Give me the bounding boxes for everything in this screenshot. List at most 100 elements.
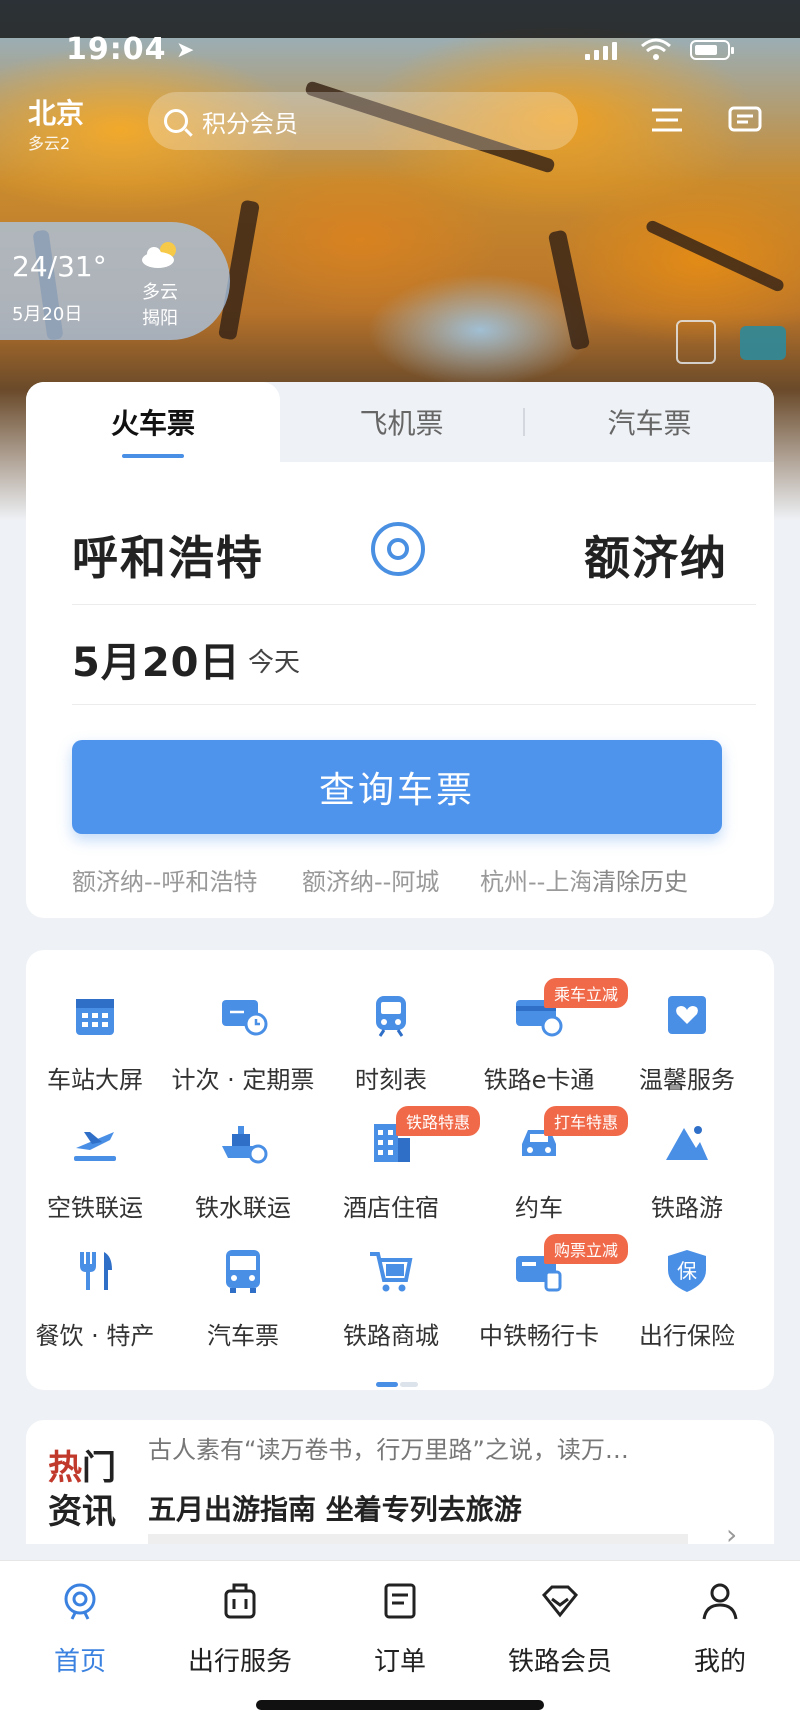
weather-card[interactable]: 24/31° 5月20日 多云 揭阳 bbox=[0, 222, 230, 340]
nav-profile[interactable]: 我的 bbox=[640, 1573, 800, 1683]
search-bar[interactable]: 积分会员 bbox=[148, 92, 578, 150]
clear-history-button[interactable]: 清除历史 bbox=[592, 862, 688, 897]
nav-label: 订单 bbox=[373, 1647, 426, 1677]
plane-icon bbox=[74, 1132, 116, 1161]
location-arrow-icon: ➤ bbox=[176, 38, 195, 63]
news-tag-hot: 热 bbox=[48, 1448, 82, 1488]
bus-icon bbox=[226, 1250, 260, 1293]
service-label: 时刻表 bbox=[355, 1066, 427, 1094]
service-label: 约车 bbox=[515, 1194, 563, 1222]
news-next-line bbox=[148, 1534, 688, 1544]
signal-icon bbox=[585, 42, 617, 60]
from-station[interactable]: 呼和浩特 bbox=[72, 522, 264, 588]
home-train-icon bbox=[64, 1583, 96, 1620]
nav-label: 出行服务 bbox=[187, 1647, 292, 1677]
service-label: 铁水联运 bbox=[195, 1194, 291, 1222]
news-card[interactable]: 热门 资讯 古人素有“读万卷书，行万里路”之说，读万… 五月出游指南 坐着专列去… bbox=[26, 1420, 774, 1544]
travel-date-relative: 今天 bbox=[248, 648, 301, 678]
service-item[interactable]: 保 出行保险 bbox=[612, 1246, 762, 1366]
news-tag: 热门 资讯 bbox=[48, 1446, 122, 1534]
service-item[interactable]: 汽车票 bbox=[168, 1246, 318, 1366]
nav-home[interactable]: 首页 bbox=[0, 1573, 160, 1683]
weather-place: 揭阳 bbox=[142, 308, 178, 329]
service-label: 铁路商城 bbox=[343, 1322, 439, 1350]
news-tag-door: 门 bbox=[82, 1448, 116, 1488]
service-label: 餐饮 · 特产 bbox=[35, 1322, 155, 1350]
service-label: 铁路e卡通 bbox=[483, 1066, 595, 1094]
fork-knife-icon bbox=[80, 1252, 112, 1290]
service-item[interactable]: 铁水联运 bbox=[168, 1118, 318, 1238]
service-item[interactable]: 餐饮 · 特产 bbox=[20, 1246, 170, 1366]
service-item[interactable]: 中铁畅行卡 购票立减 bbox=[464, 1234, 629, 1366]
service-label: 温馨服务 bbox=[639, 1066, 735, 1094]
nav-label: 我的 bbox=[693, 1647, 746, 1677]
weather-condition: 多云 bbox=[142, 282, 178, 303]
history-item[interactable]: 杭州--上海 bbox=[480, 862, 590, 897]
tab-train[interactable]: 火车票 bbox=[26, 382, 280, 462]
divider bbox=[72, 604, 756, 605]
history-item[interactable]: 额济纳--呼和浩特 bbox=[72, 862, 257, 897]
service-label: 计次 · 定期票 bbox=[171, 1066, 315, 1094]
service-item[interactable]: 铁路商城 bbox=[316, 1246, 466, 1366]
ticket-search-card: 火车票 飞机票 汽车票 呼和浩特 额济纳 5月20日 今天 查询车票 额济纳--… bbox=[26, 382, 774, 918]
service-item[interactable]: 铁路e卡通 乘车立减 bbox=[464, 978, 629, 1110]
battery-icon bbox=[690, 40, 734, 60]
wifi-icon bbox=[641, 38, 671, 60]
service-item[interactable]: 酒店住宿 铁路特惠 bbox=[316, 1106, 481, 1238]
mountain-icon bbox=[666, 1126, 708, 1160]
news-tag-info: 资讯 bbox=[48, 1492, 116, 1532]
tab-flight[interactable]: 飞机票 bbox=[280, 382, 523, 462]
service-item[interactable]: 温馨服务 bbox=[612, 990, 762, 1110]
nav-orders[interactable]: 订单 bbox=[320, 1573, 480, 1683]
divider bbox=[72, 704, 756, 705]
tab-bus[interactable]: 汽车票 bbox=[525, 382, 774, 462]
travel-date[interactable]: 5月20日 bbox=[72, 630, 241, 688]
service-item[interactable]: 约车 打车特惠 bbox=[464, 1106, 629, 1238]
heart-box-icon bbox=[668, 996, 706, 1034]
service-label: 中铁畅行卡 bbox=[479, 1322, 599, 1350]
service-label: 出行保险 bbox=[639, 1322, 735, 1350]
news-preview: 古人素有“读万卷书，行万里路”之说，读万… bbox=[148, 1436, 629, 1464]
service-item[interactable]: 铁路游 bbox=[612, 1118, 762, 1238]
service-item[interactable]: 时刻表 bbox=[316, 990, 466, 1110]
partner-logo bbox=[740, 326, 786, 360]
cloud-sun-icon bbox=[142, 242, 176, 268]
luggage-icon bbox=[224, 1583, 256, 1619]
chevron-right-icon[interactable]: › bbox=[726, 1518, 737, 1544]
news-title[interactable]: 五月出游指南 坐着专列去旅游 bbox=[148, 1488, 522, 1528]
train-icon bbox=[376, 996, 406, 1037]
history-item[interactable]: 额济纳--阿城 bbox=[302, 862, 439, 897]
nav-label: 首页 bbox=[53, 1647, 106, 1677]
swap-stations-icon[interactable] bbox=[371, 522, 425, 576]
weather-date: 5月20日 bbox=[12, 304, 83, 325]
person-icon bbox=[702, 1583, 738, 1620]
ticket-tabs: 火车票 飞机票 汽车票 bbox=[26, 382, 774, 462]
query-tickets-button[interactable]: 查询车票 bbox=[72, 740, 722, 834]
status-time: 19:04 bbox=[66, 32, 167, 67]
city-weather: 多云2 bbox=[28, 134, 71, 153]
service-item[interactable]: 空铁联运 bbox=[20, 1118, 170, 1238]
city-name[interactable]: 北京 bbox=[28, 92, 84, 132]
cart-icon bbox=[370, 1252, 413, 1292]
message-icon[interactable] bbox=[728, 106, 762, 134]
order-icon bbox=[384, 1583, 416, 1619]
service-label: 空铁联运 bbox=[47, 1194, 143, 1222]
shield-text: 保 bbox=[677, 1259, 697, 1283]
service-label: 酒店住宿 bbox=[343, 1194, 439, 1222]
nav-travel-services[interactable]: 出行服务 bbox=[160, 1573, 320, 1683]
nav-membership[interactable]: 铁路会员 bbox=[480, 1573, 640, 1683]
scan-icon[interactable] bbox=[650, 106, 684, 134]
ticket-clock-icon bbox=[222, 1000, 268, 1036]
status-bar: 19:04 ➤ bbox=[0, 30, 800, 70]
page-indicator bbox=[376, 1372, 420, 1391]
service-item[interactable]: 计次 · 定期票 bbox=[168, 990, 318, 1110]
weather-temp: 24/31° bbox=[12, 250, 107, 283]
service-item[interactable]: 车站大屏 bbox=[20, 990, 170, 1110]
service-label: 铁路游 bbox=[651, 1194, 723, 1222]
service-label: 车站大屏 bbox=[47, 1066, 143, 1094]
brand-logo bbox=[676, 320, 716, 364]
to-station[interactable]: 额济纳 bbox=[584, 522, 728, 588]
shield-icon: 保 bbox=[668, 1250, 706, 1292]
diamond-icon bbox=[541, 1585, 579, 1618]
search-placeholder: 积分会员 bbox=[202, 109, 298, 138]
